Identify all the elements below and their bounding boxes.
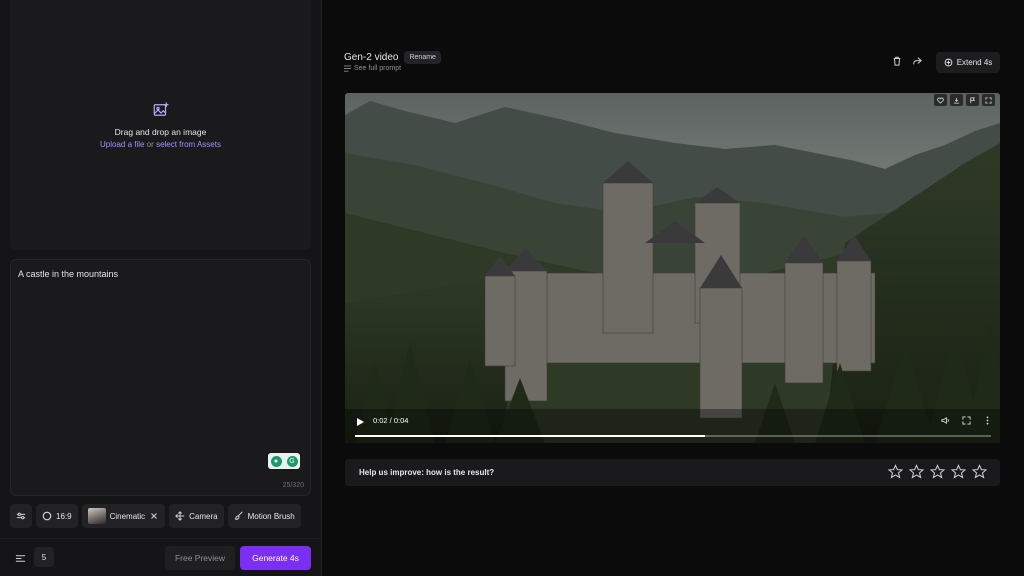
camera-button[interactable]: Camera [169, 504, 224, 528]
left-panel: Drag and drop an image Upload a file or … [0, 0, 322, 576]
see-full-prompt-label: See full prompt [354, 65, 402, 72]
rating-stars [888, 464, 987, 479]
expand-button[interactable] [982, 94, 995, 106]
video-actions [934, 94, 995, 106]
prompt-box[interactable]: A castle in the mountains ● G 25/320 [10, 259, 311, 496]
video-controls: 0:02 / 0:04 [345, 409, 1000, 443]
share-icon[interactable] [912, 56, 922, 66]
style-thumbnail [87, 508, 106, 524]
fullscreen-icon[interactable] [962, 416, 971, 425]
aspect-ratio-label: 16:9 [56, 511, 72, 521]
video-scrubber[interactable] [355, 435, 991, 437]
video-progress [355, 435, 705, 437]
volume-icon[interactable] [941, 416, 950, 425]
result-panel: Gen-2 video Rename See full prompt Exten… [322, 0, 1024, 576]
more-icon[interactable] [983, 416, 992, 425]
video-title-row: Gen-2 video Rename [344, 51, 441, 64]
heart-icon [937, 97, 944, 104]
grammarly-icon[interactable]: G [286, 455, 298, 467]
flag-button[interactable] [966, 94, 979, 106]
extend-label: Extend 4s [956, 58, 993, 67]
favorite-button[interactable] [934, 94, 947, 106]
sliders-icon [16, 512, 26, 520]
see-full-prompt-link[interactable]: See full prompt [344, 65, 401, 72]
adjust-icon [15, 554, 25, 562]
free-preview-button[interactable]: Free Preview [165, 546, 235, 570]
bulb-icon[interactable]: ● [270, 455, 282, 467]
feedback-bar: Help us improve: how is the result? [345, 459, 1000, 486]
close-icon[interactable] [149, 511, 159, 521]
image-plus-icon [153, 102, 168, 116]
download-icon [953, 97, 960, 104]
star-icon[interactable] [951, 464, 966, 479]
image-dropzone[interactable]: Drag and drop an image Upload a file or … [10, 0, 311, 250]
play-icon[interactable] [355, 417, 365, 427]
upload-file-link[interactable]: Upload a file [100, 140, 144, 149]
prompt-text[interactable]: A castle in the mountains [18, 269, 118, 279]
output-count[interactable]: 5 [34, 547, 54, 567]
generate-bar: 5 Free Preview Generate 4s [0, 538, 322, 576]
settings-button[interactable] [10, 504, 32, 528]
move-icon [175, 511, 185, 521]
rename-button[interactable]: Rename [404, 51, 441, 64]
star-icon[interactable] [972, 464, 987, 479]
prompt-toolbar: 16:9 Cinematic Camera Motion Brush [10, 504, 316, 528]
castle-video-frame [345, 93, 1000, 443]
dropzone-title: Drag and drop an image [114, 127, 207, 137]
video-title: Gen-2 video [344, 52, 399, 63]
flag-icon [970, 96, 975, 103]
ratio-icon [42, 511, 52, 521]
or-text: or [144, 140, 157, 149]
trash-icon[interactable] [892, 56, 902, 66]
video-time: 0:02 / 0:04 [373, 416, 409, 425]
char-count: 25/320 [282, 482, 304, 489]
extend-icon [944, 58, 953, 67]
motion-brush-button[interactable]: Motion Brush [227, 504, 301, 528]
star-icon[interactable] [888, 464, 903, 479]
text-lines-icon [344, 65, 351, 72]
aspect-ratio-button[interactable]: 16:9 [36, 504, 78, 528]
extend-button[interactable]: Extend 4s [936, 52, 1000, 73]
style-label: Cinematic [109, 511, 146, 521]
motion-brush-label: Motion Brush [247, 511, 295, 521]
style-button[interactable]: Cinematic [81, 504, 166, 528]
video-control-icons [941, 416, 992, 425]
count-settings-button[interactable] [10, 548, 30, 568]
camera-label: Camera [189, 511, 218, 521]
video-player[interactable]: 0:02 / 0:04 [345, 93, 1000, 443]
expand-icon [985, 96, 992, 104]
extension-badges[interactable]: ● G [268, 453, 300, 469]
generate-button[interactable]: Generate 4s [240, 546, 311, 570]
dropzone-links: Upload a file or select from Assets [100, 140, 221, 149]
select-assets-link[interactable]: select from Assets [156, 140, 221, 149]
star-icon[interactable] [930, 464, 945, 479]
download-button[interactable] [950, 94, 963, 106]
brush-icon [234, 511, 243, 520]
feedback-question: Help us improve: how is the result? [359, 468, 495, 477]
star-icon[interactable] [909, 464, 924, 479]
header-actions [892, 56, 922, 66]
